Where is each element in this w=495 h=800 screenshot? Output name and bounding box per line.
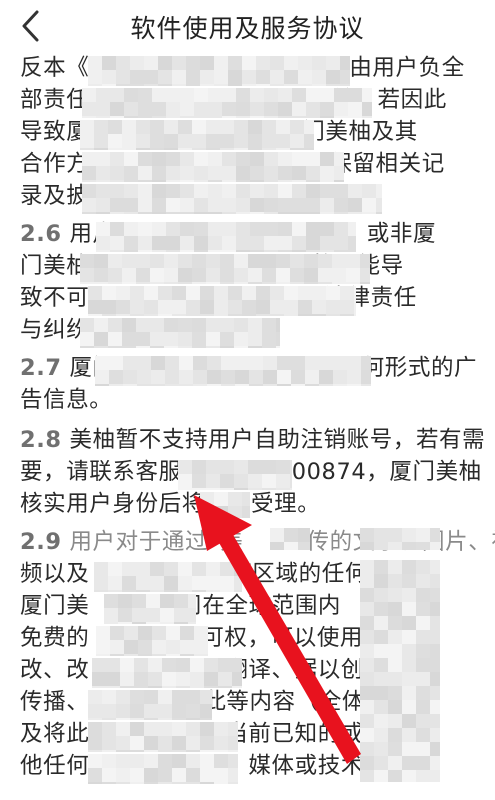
text-fragment: 部责任 [20, 87, 90, 113]
section-number: 2.8 [20, 427, 62, 453]
text-fragment: 与纠纷 [20, 317, 90, 343]
text-fragment: 何形式的广 [361, 355, 478, 381]
mosaic-block [88, 690, 212, 720]
text-fragment: 门美柚及其 [302, 119, 418, 145]
mosaic-block [92, 658, 242, 688]
text-fragment: 由用户负全 [349, 55, 465, 81]
text-fragment: 区域的任何 [252, 561, 368, 587]
mosaic-block [82, 184, 382, 214]
mosaic-block [96, 222, 356, 252]
page-title: 软件使用及服务协议 [130, 14, 365, 43]
mosaic-block [88, 754, 238, 784]
text-fragment: 可以使用 [270, 625, 364, 651]
mosaic-block [96, 626, 208, 656]
text-fragment: 门美柚 [20, 253, 90, 279]
mosaic-block [82, 88, 372, 118]
text-fragment: 导致厦 [20, 119, 90, 145]
text-fragment: 球范围内 [248, 593, 342, 619]
text-fragment: 致不可 [20, 285, 90, 311]
text-fragment: 及将此 [20, 721, 90, 747]
section-number: 2.7 [20, 355, 62, 381]
text-fragment: 美柚暂不支持用户自助注销账号，若有需 [69, 427, 486, 453]
mosaic-block [270, 528, 310, 550]
mosaic-block [80, 120, 314, 150]
text-fragment: 00874，厦门美柚 [291, 459, 482, 485]
text-fragment: 反本《 [20, 55, 90, 81]
text-fragment: 他任何 [20, 753, 90, 779]
text-fragment: 要，请联系客服 [20, 459, 182, 485]
agreement-page: 软件使用及服务协议 反本《 由用户负全 部责任 关。若因此 导致厦 门美柚及其 合作方… [0, 0, 495, 800]
mosaic-block [94, 562, 242, 592]
text-fragment: 保留相关记 [329, 151, 445, 177]
mosaic-block [104, 594, 196, 624]
text-fragment: 录及披 [20, 183, 90, 209]
mosaic-block [360, 560, 440, 782]
text-fragment: 此等内容（ [203, 689, 319, 715]
mosaic-block [80, 318, 280, 348]
text-fragment: 当前已知的或 [225, 721, 364, 747]
text-fragment: 传播、 [20, 689, 90, 715]
mosaic-block [200, 492, 250, 518]
mosaic-block [88, 722, 238, 752]
mosaic-block [88, 56, 350, 86]
text-fragment: 核实用户身份后将 [20, 491, 205, 517]
text-fragment: 频以及 [20, 561, 90, 587]
text-fragment: 合作方 [20, 151, 90, 177]
text-fragment: 厦门美 [20, 593, 90, 619]
mosaic-block [95, 356, 371, 386]
section-number: 2.6 [20, 221, 62, 247]
mosaic-block [178, 460, 292, 490]
mosaic-block [360, 528, 440, 550]
section-number: 2.9 [20, 529, 62, 555]
mosaic-block [80, 254, 370, 284]
text-fragment: 全体 [318, 689, 366, 715]
text-fragment: 改、改 [20, 657, 90, 683]
text-fragment: 可权， [201, 625, 271, 651]
mosaic-block [82, 152, 344, 182]
text-fragment: 用户对于通过“美 [69, 529, 244, 555]
text-fragment: ，或非厦 [343, 221, 437, 247]
mosaic-block [88, 286, 356, 316]
text-fragment: 告信息。 [20, 387, 113, 413]
text-fragment: 免费的 [20, 625, 90, 651]
app-header: 软件使用及服务协议 [0, 0, 495, 52]
